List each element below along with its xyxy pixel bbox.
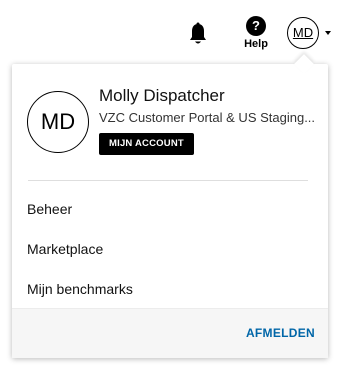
profile-section: MD Molly Dispatcher VZC Customer Portal … xyxy=(12,64,328,180)
my-account-button[interactable]: MIJN ACCOUNT xyxy=(99,133,194,155)
caret-down-icon[interactable] xyxy=(325,31,331,35)
dropdown-footer: AFMELDEN xyxy=(12,308,328,358)
help-label: Help xyxy=(244,38,268,50)
menu-item-marketplace[interactable]: Marketplace xyxy=(12,229,328,269)
help-icon: ? xyxy=(246,16,266,36)
avatar: MD xyxy=(27,91,89,153)
menu-item-benchmarks[interactable]: Mijn benchmarks xyxy=(12,269,328,309)
help-button[interactable]: ? Help xyxy=(240,16,272,50)
account-dropdown: MD Molly Dispatcher VZC Customer Portal … xyxy=(12,54,328,358)
top-bar: ? Help MD xyxy=(0,0,340,64)
organization-name: VZC Customer Portal & US Staging... xyxy=(99,110,316,125)
bell-icon[interactable] xyxy=(188,22,208,46)
avatar-button[interactable]: MD xyxy=(287,17,319,49)
logout-link[interactable]: AFMELDEN xyxy=(246,309,315,357)
user-name: Molly Dispatcher xyxy=(99,86,225,105)
menu-list: Beheer Marketplace Mijn benchmarks xyxy=(12,189,328,309)
divider xyxy=(28,180,308,181)
menu-item-beheer[interactable]: Beheer xyxy=(12,189,328,229)
